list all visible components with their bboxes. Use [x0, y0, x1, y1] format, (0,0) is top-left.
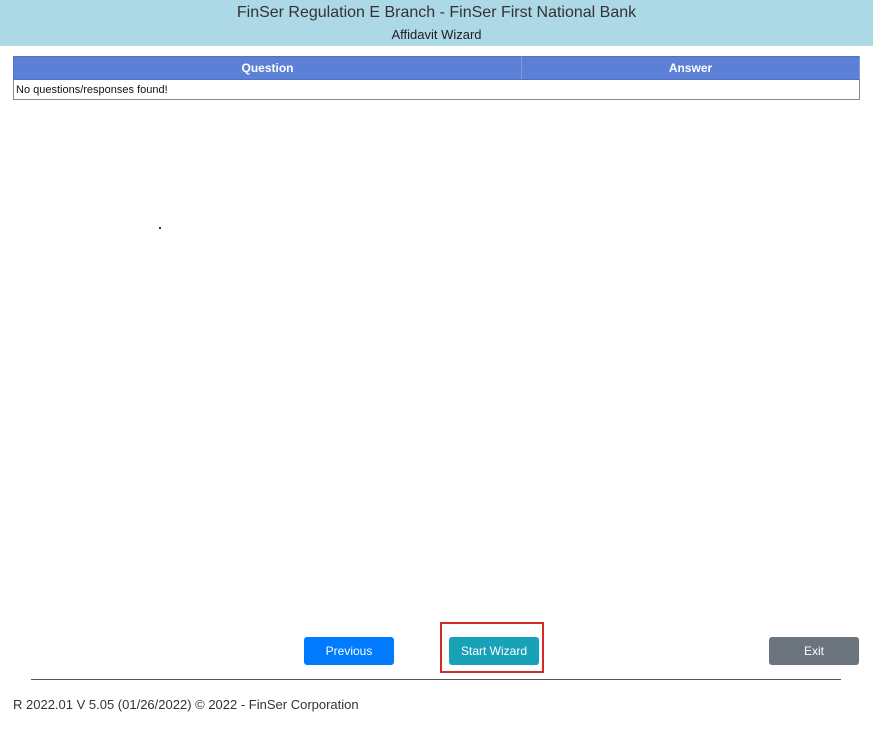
- footer-version-text: R 2022.01 V 5.05 (01/26/2022) © 2022 - F…: [13, 697, 359, 712]
- table-header-row: Question Answer: [13, 56, 860, 80]
- table-row: No questions/responses found!: [13, 79, 860, 100]
- start-wizard-button[interactable]: Start Wizard: [449, 637, 539, 665]
- exit-button[interactable]: Exit: [769, 637, 859, 665]
- footer-divider: [31, 679, 841, 680]
- page-subtitle: Affidavit Wizard: [391, 27, 482, 42]
- previous-button[interactable]: Previous: [304, 637, 394, 665]
- stray-dot: [159, 227, 161, 229]
- app-title: FinSer Regulation E Branch - FinSer Firs…: [236, 4, 637, 21]
- column-header-answer: Answer: [521, 56, 860, 80]
- page-header: FinSer Regulation E Branch - FinSer Firs…: [0, 0, 873, 46]
- empty-message: No questions/responses found!: [13, 79, 860, 100]
- questions-table: Question Answer No questions/responses f…: [13, 56, 860, 100]
- column-header-question: Question: [13, 56, 522, 80]
